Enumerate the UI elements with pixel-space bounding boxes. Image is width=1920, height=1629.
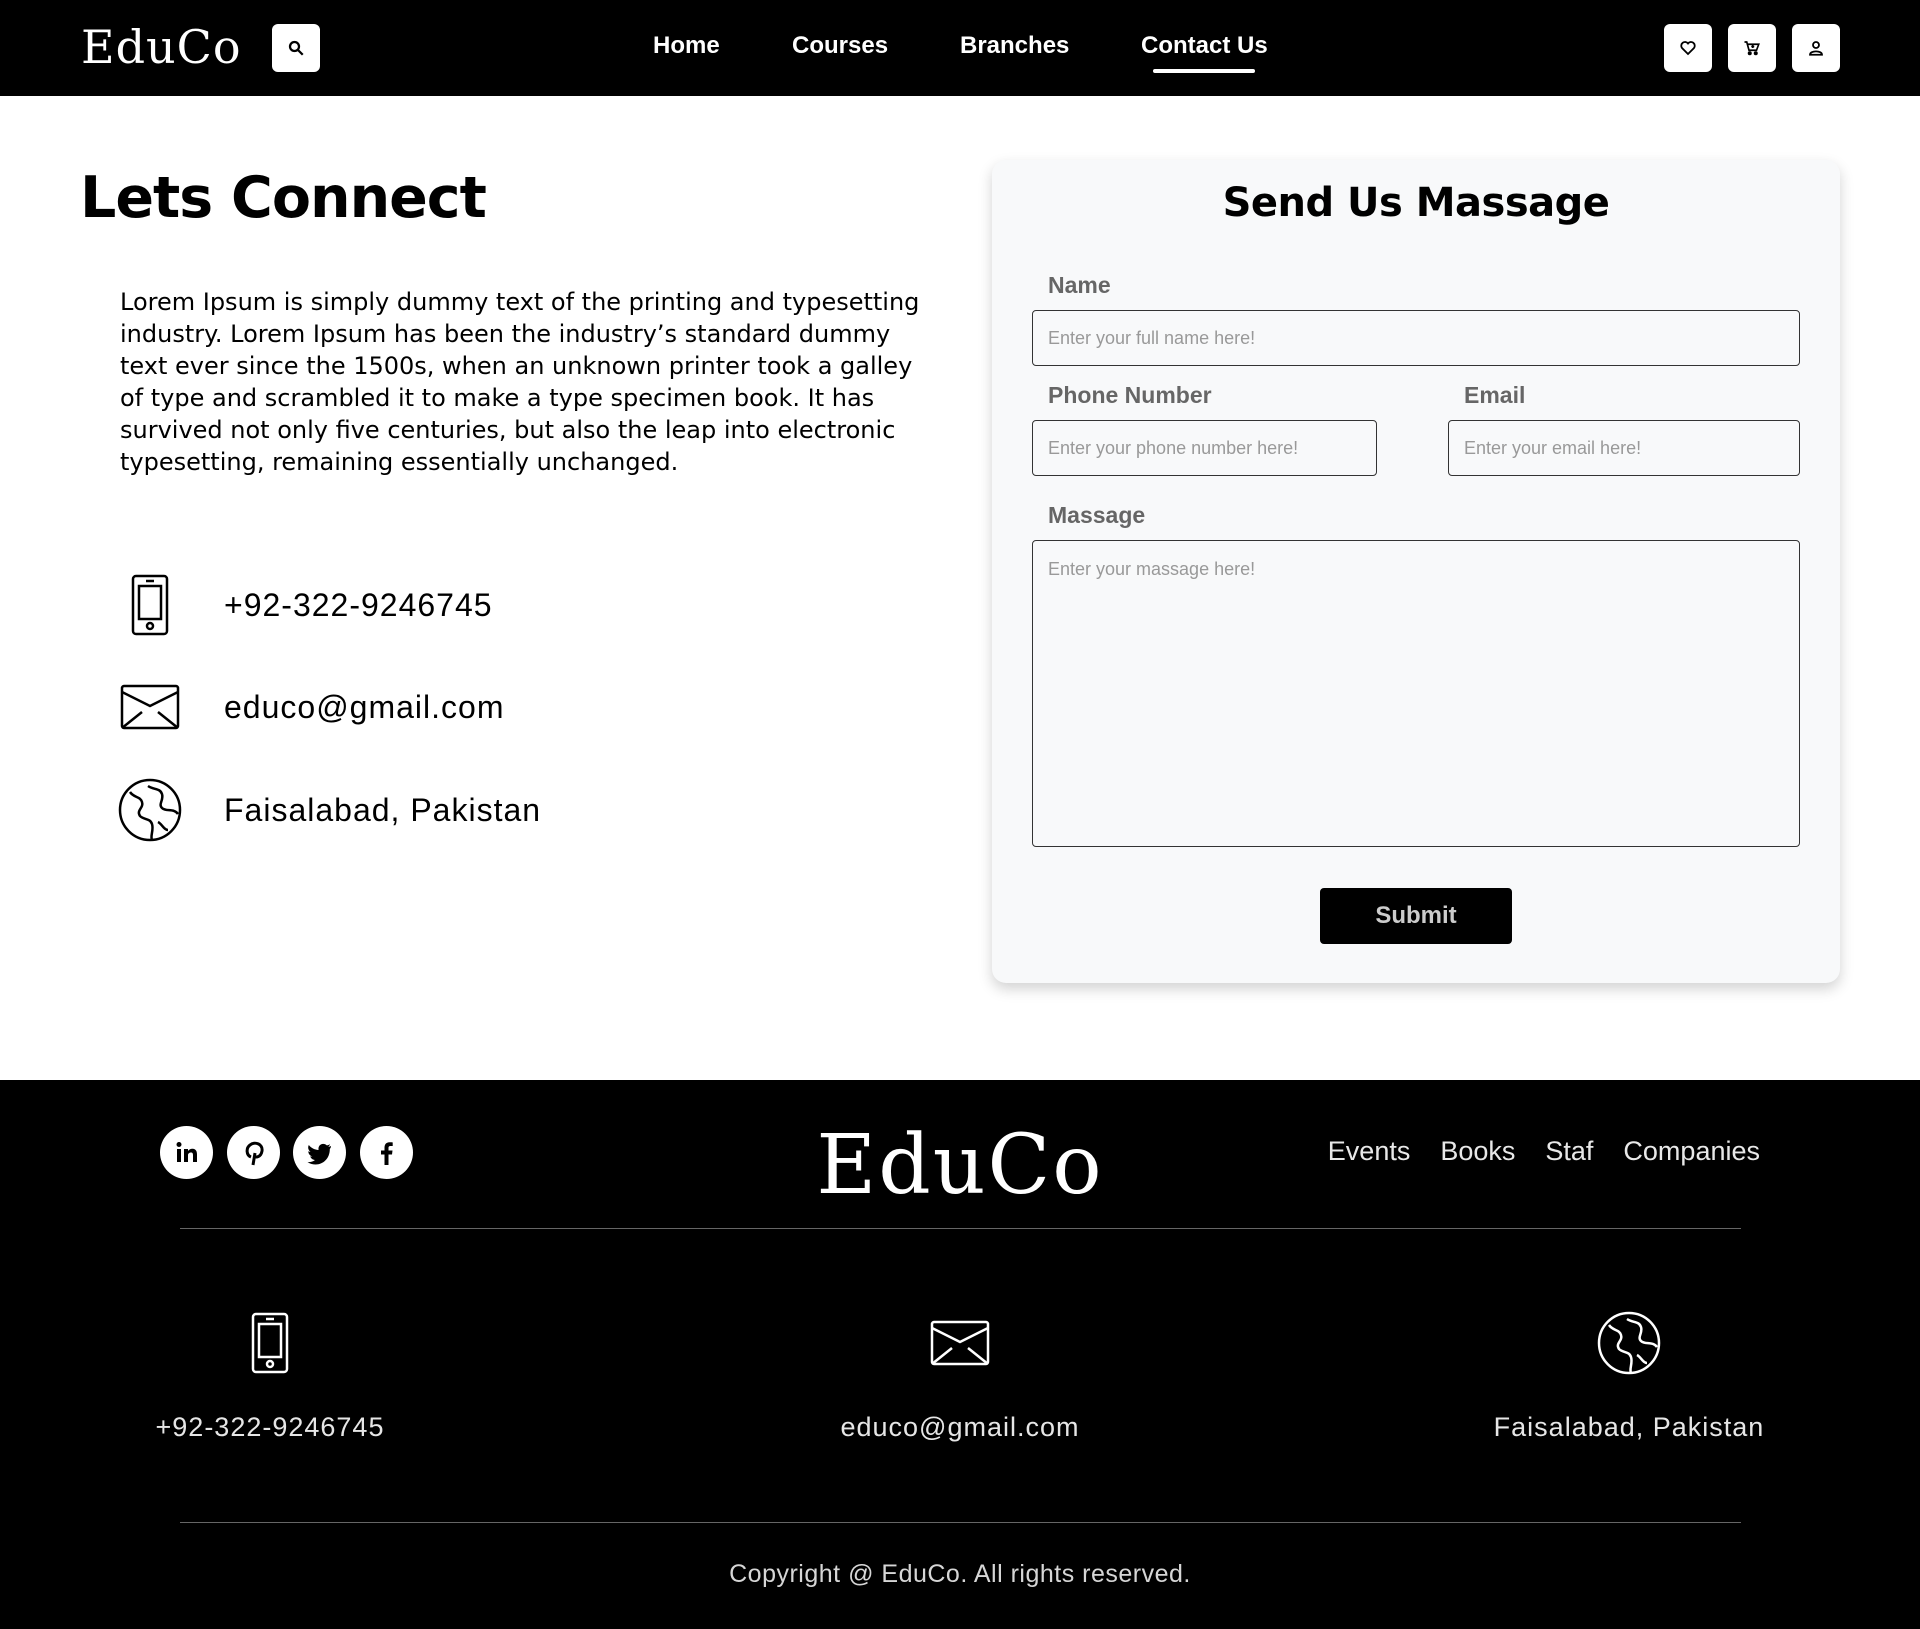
cart-button[interactable] bbox=[1728, 24, 1776, 72]
contact-phone-text: +92-322-9246745 bbox=[224, 586, 493, 623]
name-label: Name bbox=[1048, 272, 1111, 298]
contact-email-text: educo@gmail.com bbox=[224, 688, 505, 725]
footer-divider-top bbox=[180, 1228, 1741, 1229]
nav-branches[interactable]: Branches bbox=[960, 32, 1069, 60]
contact-phone: +92-322-9246745 bbox=[118, 573, 492, 637]
site-footer: EduCo Events Books Staf Companies +92-32… bbox=[0, 1080, 1920, 1629]
page-title: Lets Connect bbox=[80, 165, 487, 231]
heart-icon bbox=[1680, 41, 1696, 56]
nav-home[interactable]: Home bbox=[653, 32, 720, 60]
phone-input[interactable] bbox=[1032, 420, 1377, 476]
phone-icon bbox=[237, 1310, 303, 1376]
search-icon bbox=[288, 40, 304, 56]
footer-links: Events Books Staf Companies bbox=[1328, 1136, 1760, 1167]
footer-phone-text: +92-322-9246745 bbox=[155, 1412, 385, 1442]
footer-contact-location: Faisalabad, Pakistan bbox=[1389, 1310, 1869, 1443]
footer-location-text: Faisalabad, Pakistan bbox=[1493, 1412, 1765, 1442]
footer-link-companies[interactable]: Companies bbox=[1623, 1136, 1760, 1167]
account-button[interactable] bbox=[1792, 24, 1840, 72]
footer-link-events[interactable]: Events bbox=[1328, 1136, 1411, 1167]
email-input[interactable] bbox=[1448, 420, 1800, 476]
copyright-text: Copyright @ EduCo. All rights reserved. bbox=[729, 1560, 1191, 1588]
email-label: Email bbox=[1464, 382, 1526, 408]
globe-icon bbox=[1596, 1310, 1662, 1376]
footer-email-text: educo@gmail.com bbox=[840, 1412, 1080, 1442]
nav-contact-us[interactable]: Contact Us bbox=[1141, 32, 1268, 60]
footer-contact-email: educo@gmail.com bbox=[720, 1310, 1200, 1443]
brand-logo[interactable]: EduCo bbox=[81, 20, 242, 74]
form-title: Send Us Massage bbox=[1222, 180, 1610, 226]
top-navbar: EduCo Home Courses Branches Contact Us bbox=[0, 0, 1920, 96]
footer-link-books[interactable]: Books bbox=[1440, 1136, 1515, 1167]
footer-link-staf[interactable]: Staf bbox=[1545, 1136, 1593, 1167]
message-label: Massage bbox=[1048, 502, 1146, 528]
user-icon bbox=[1809, 41, 1823, 56]
contact-location: Faisalabad, Pakistan bbox=[118, 778, 540, 842]
contact-email: educo@gmail.com bbox=[118, 675, 503, 739]
contact-location-text: Faisalabad, Pakistan bbox=[224, 791, 542, 828]
cart-icon bbox=[1744, 41, 1760, 56]
message-textarea[interactable] bbox=[1032, 540, 1800, 847]
wishlist-button[interactable] bbox=[1664, 24, 1712, 72]
active-nav-underline bbox=[1153, 69, 1255, 73]
globe-icon bbox=[118, 778, 182, 842]
contact-form-card: Send Us Massage Name Phone Number Email … bbox=[992, 160, 1840, 983]
footer-contact-phone: +92-322-9246745 bbox=[30, 1310, 510, 1443]
footer-divider-bottom bbox=[180, 1522, 1741, 1523]
search-button[interactable] bbox=[272, 24, 320, 72]
name-input[interactable] bbox=[1032, 310, 1800, 366]
nav-courses[interactable]: Courses bbox=[792, 32, 888, 60]
intro-paragraph: Lorem Ipsum is simply dummy text of the … bbox=[120, 288, 920, 476]
phone-label: Phone Number bbox=[1048, 382, 1212, 408]
submit-button[interactable]: Submit bbox=[1320, 888, 1512, 944]
phone-icon bbox=[118, 573, 182, 637]
envelope-icon bbox=[927, 1310, 993, 1376]
envelope-icon bbox=[118, 675, 182, 739]
